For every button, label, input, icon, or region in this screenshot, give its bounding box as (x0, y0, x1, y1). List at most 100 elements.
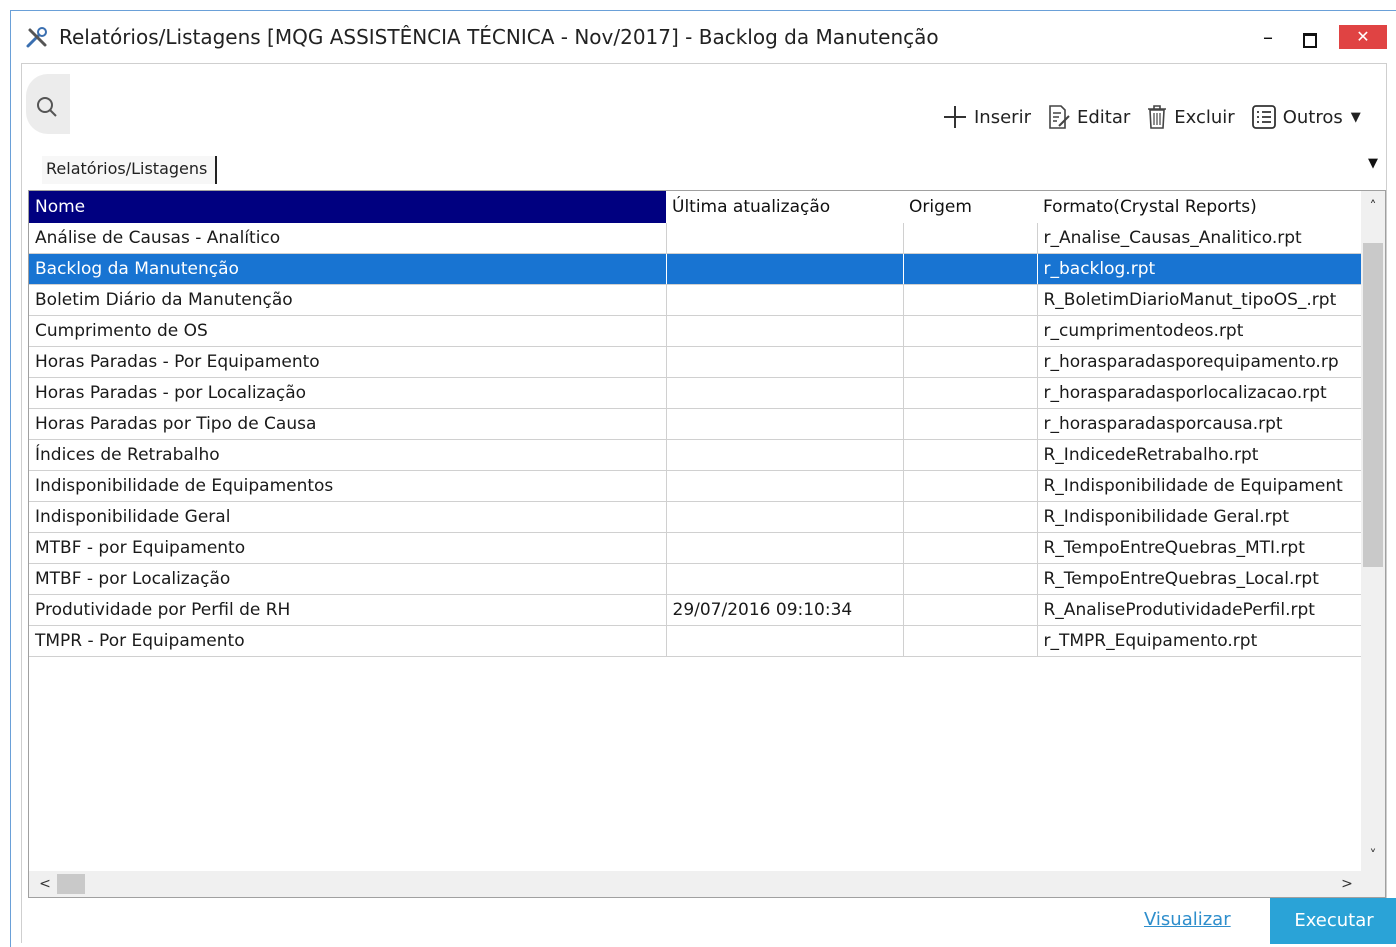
cell-ultima-atualizacao[interactable] (666, 315, 904, 347)
cell-ultima-atualizacao[interactable] (666, 470, 904, 502)
client-area: Inserir Editar Excluir Outros ▼ Relatóri… (21, 63, 1396, 944)
cell-origem[interactable] (903, 470, 1038, 502)
cell-nome[interactable]: Horas Paradas - por Localização (29, 377, 667, 409)
table-row[interactable]: Horas Paradas - por Localização r_horaspa… (29, 377, 1362, 409)
plus-icon (944, 106, 966, 128)
cell-nome[interactable]: TMPR - Por Equipamento (29, 625, 667, 657)
cell-ultima-atualizacao[interactable] (666, 284, 904, 316)
cell-origem[interactable] (903, 315, 1038, 347)
edit-button[interactable]: Editar (1047, 104, 1130, 130)
cell-formato[interactable]: R_IndicedeRetrabalho.rpt (1037, 439, 1362, 471)
column-header-nome[interactable]: Nome (29, 191, 666, 223)
table-row[interactable]: Horas Paradas por Tipo de Causa r_horaspa… (29, 408, 1362, 440)
executar-button[interactable]: Executar (1270, 898, 1396, 944)
cell-ultima-atualizacao[interactable]: 29/07/2016 09:10:34 (666, 594, 904, 626)
cell-origem[interactable] (903, 346, 1038, 378)
column-header-ultima-atualizacao[interactable]: Última atualização (666, 191, 903, 223)
scroll-up-icon[interactable]: ˄ (1361, 191, 1385, 221)
cell-origem[interactable] (903, 439, 1038, 471)
cell-formato[interactable]: r_horasparadasporequipamento.rp (1037, 346, 1362, 378)
cell-nome[interactable]: Indisponibilidade de Equipamentos (29, 470, 667, 502)
table-row[interactable]: Boletim Diário da Manutenção R_BoletimDia… (29, 284, 1362, 316)
table-row[interactable]: TMPR - Por Equipamento r_TMPR_Equipamento… (29, 625, 1362, 657)
cell-origem[interactable] (903, 284, 1038, 316)
column-header-formato[interactable]: Formato(Crystal Reports) (1037, 191, 1361, 223)
cell-nome[interactable]: Backlog da Manutenção (29, 253, 667, 285)
cell-nome[interactable]: Boletim Diário da Manutenção (29, 284, 667, 316)
cell-nome[interactable]: MTBF - por Equipamento (29, 532, 667, 564)
cell-ultima-atualizacao[interactable] (666, 625, 904, 657)
scroll-down-icon[interactable]: ˅ (1361, 841, 1385, 871)
cell-origem[interactable] (903, 532, 1038, 564)
column-header-origem[interactable]: Origem (903, 191, 1037, 223)
scroll-right-icon[interactable]: > (1337, 871, 1357, 897)
cell-origem[interactable] (903, 501, 1038, 533)
minimize-button[interactable]: – (1253, 25, 1283, 53)
cell-formato[interactable]: r_Analise_Causas_Analitico.rpt (1037, 223, 1362, 254)
vertical-scrollbar[interactable]: ˄ ˅ (1361, 191, 1385, 871)
cell-ultima-atualizacao[interactable] (666, 563, 904, 595)
title-bar[interactable]: Relatórios/Listagens [MQG ASSISTÊNCIA TÉ… (11, 11, 1396, 63)
cell-origem[interactable] (903, 377, 1038, 409)
cell-formato[interactable]: R_BoletimDiarioManut_tipoOS_.rpt (1037, 284, 1362, 316)
reports-grid[interactable]: Nome Última atualização Origem Formato(C… (28, 190, 1386, 898)
delete-button[interactable]: Excluir (1146, 104, 1235, 130)
cell-origem[interactable] (903, 253, 1038, 285)
table-row[interactable]: MTBF - por Equipamento R_TempoEntreQuebra… (29, 532, 1362, 564)
trash-icon (1148, 105, 1167, 129)
vertical-scroll-thumb[interactable] (1363, 243, 1383, 567)
cell-formato[interactable]: r_horasparadasporlocalizacao.rpt (1037, 377, 1362, 409)
table-row[interactable]: MTBF - por Localização R_TempoEntreQuebra… (29, 563, 1362, 595)
visualizar-button[interactable]: Visualizar (1144, 909, 1231, 930)
cell-formato[interactable]: R_Indisponibilidade de Equipament (1037, 470, 1362, 502)
cell-origem[interactable] (903, 408, 1038, 440)
table-row[interactable]: Produtividade por Perfil de RH 29/07/2016… (29, 594, 1362, 626)
cell-formato[interactable]: r_TMPR_Equipamento.rpt (1037, 625, 1362, 657)
cell-formato[interactable]: R_Indisponibilidade Geral.rpt (1037, 501, 1362, 533)
cell-ultima-atualizacao[interactable] (666, 501, 904, 533)
cell-origem[interactable] (903, 563, 1038, 595)
cell-nome[interactable]: Análise de Causas - Analítico (29, 223, 667, 254)
cell-nome[interactable]: Horas Paradas - Por Equipamento (29, 346, 667, 378)
cell-ultima-atualizacao[interactable] (666, 346, 904, 378)
insert-button[interactable]: Inserir (942, 104, 1031, 130)
table-row[interactable]: Indisponibilidade Geral R_Indisponibilida… (29, 501, 1362, 533)
cell-origem[interactable] (903, 223, 1038, 254)
cell-nome[interactable]: Cumprimento de OS (29, 315, 667, 347)
cell-ultima-atualizacao[interactable] (666, 223, 904, 254)
tab-menu-chevron-icon[interactable]: ▼ (1368, 156, 1378, 171)
table-row[interactable]: Horas Paradas - Por Equipamento r_horaspa… (29, 346, 1362, 378)
cell-nome[interactable]: Horas Paradas por Tipo de Causa (29, 408, 667, 440)
horizontal-scroll-thumb[interactable] (57, 874, 85, 894)
cell-nome[interactable]: MTBF - por Localização (29, 563, 667, 595)
others-button[interactable]: Outros ▼ (1251, 104, 1361, 130)
cell-formato[interactable]: R_TempoEntreQuebras_MTI.rpt (1037, 532, 1362, 564)
cell-ultima-atualizacao[interactable] (666, 377, 904, 409)
cell-ultima-atualizacao[interactable] (666, 408, 904, 440)
cell-formato[interactable]: R_TempoEntreQuebras_Local.rpt (1037, 563, 1362, 595)
table-row[interactable]: Indisponibilidade de Equipamentos R_Indis… (29, 470, 1362, 502)
cell-formato[interactable]: r_cumprimentodeos.rpt (1037, 315, 1362, 347)
cell-origem[interactable] (903, 625, 1038, 657)
cell-formato[interactable]: r_horasparadasporcausa.rpt (1037, 408, 1362, 440)
cell-nome[interactable]: Produtividade por Perfil de RH (29, 594, 667, 626)
maximize-button[interactable] (1295, 25, 1325, 53)
cell-nome[interactable]: Indisponibilidade Geral (29, 501, 667, 533)
cell-ultima-atualizacao[interactable] (666, 439, 904, 471)
cell-ultima-atualizacao[interactable] (666, 532, 904, 564)
tools-icon (26, 27, 47, 48)
table-row[interactable]: Índices de Retrabalho R_IndicedeRetrabalh… (29, 439, 1362, 471)
search-button[interactable] (26, 74, 70, 134)
cell-formato[interactable]: r_backlog.rpt (1037, 253, 1362, 285)
table-row[interactable]: Cumprimento de OS r_cumprimentodeos.rpt (29, 315, 1362, 347)
cell-ultima-atualizacao[interactable] (666, 253, 904, 285)
cell-nome[interactable]: Índices de Retrabalho (29, 439, 667, 471)
close-button[interactable]: ✕ (1339, 25, 1387, 49)
horizontal-scrollbar[interactable]: < > (29, 871, 1361, 897)
tab-relatorios-listagens[interactable]: Relatórios/Listagens (42, 156, 218, 184)
table-row[interactable]: Backlog da Manutenção r_backlog.rpt (29, 253, 1362, 285)
scroll-left-icon[interactable]: < (35, 871, 55, 897)
cell-formato[interactable]: R_AnaliseProdutividadePerfil.rpt (1037, 594, 1362, 626)
table-row[interactable]: Análise de Causas - Analítico r_Analise_C… (29, 223, 1362, 254)
cell-origem[interactable] (903, 594, 1038, 626)
